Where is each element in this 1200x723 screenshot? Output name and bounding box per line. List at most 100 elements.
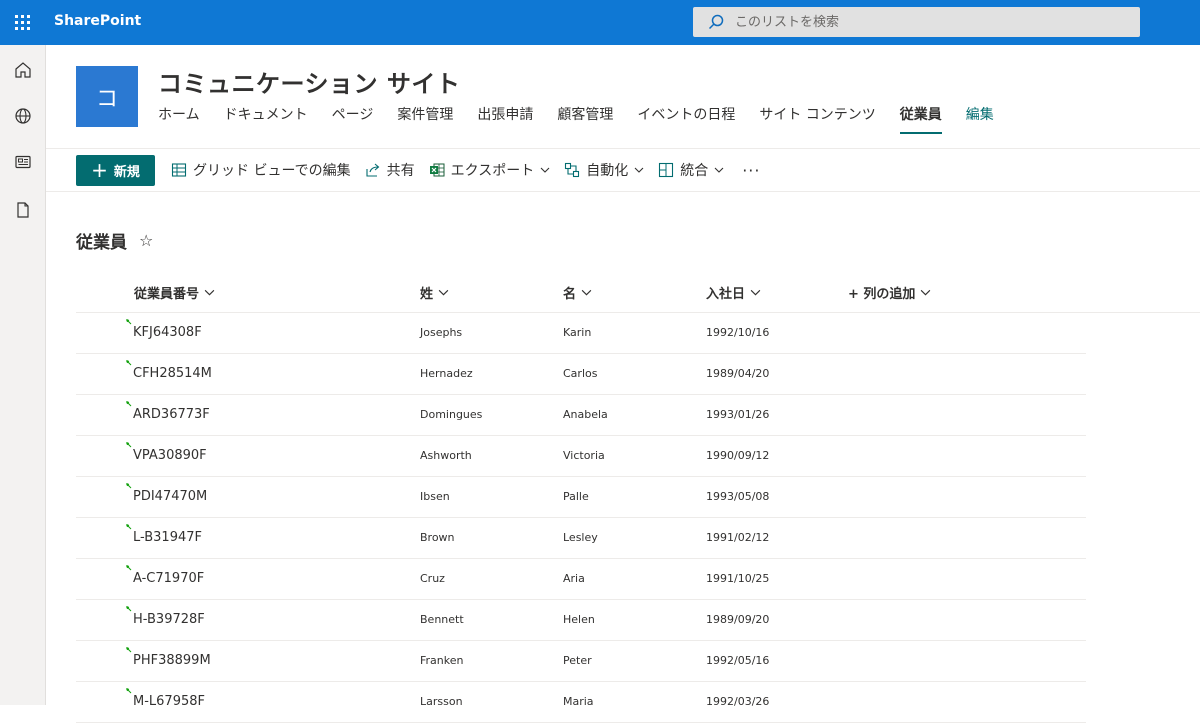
cell-hire-date: 1992/10/16 — [706, 326, 770, 339]
cell-last-name: Domingues — [420, 408, 483, 421]
command-bar: + 新規 グリッド ビューでの編集 共有 エクスポート 自動化 統合 ··· — [76, 154, 760, 186]
nav-item-customers[interactable]: 顧客管理 — [557, 104, 613, 134]
table-row[interactable]: M-L67958F Larsson Maria 1992/03/26 — [76, 682, 1086, 723]
table-row[interactable]: H-B39728F Bennett Helen 1989/09/20 — [76, 600, 1086, 641]
site-title[interactable]: コミュニケーション サイト — [158, 64, 460, 99]
search-box[interactable] — [693, 7, 1140, 37]
automate-button[interactable]: 自動化 — [564, 160, 644, 180]
cell-hire-date: 1993/01/26 — [706, 408, 770, 421]
home-button[interactable] — [8, 55, 38, 85]
cell-hire-date: 1991/10/25 — [706, 572, 770, 585]
chevron-down-icon — [750, 289, 761, 296]
automate-label: 自動化 — [586, 163, 629, 179]
excel-icon — [429, 163, 445, 177]
favorite-star-icon[interactable]: ☆ — [139, 231, 153, 250]
more-options-button[interactable]: ··· — [742, 161, 760, 180]
nav-item-projects[interactable]: 案件管理 — [397, 104, 453, 134]
site-logo-letter: コ — [95, 86, 118, 112]
nav-item-home[interactable]: ホーム — [158, 104, 200, 134]
cell-hire-date: 1989/09/20 — [706, 613, 770, 626]
nav-item-site-contents[interactable]: サイト コンテンツ — [759, 104, 875, 134]
share-label: 共有 — [386, 163, 415, 179]
cell-employee-id[interactable]: CFH28514M — [133, 366, 212, 381]
cell-last-name: Ibsen — [420, 490, 450, 503]
cell-last-name: Hernadez — [420, 367, 473, 380]
nav-edit-link[interactable]: 編集 — [966, 104, 994, 134]
cell-employee-id[interactable]: ARD36773F — [133, 407, 210, 422]
table-row[interactable]: L-B31947F Brown Lesley 1991/02/12 — [76, 518, 1086, 559]
cell-last-name: Ashworth — [420, 449, 472, 462]
cell-last-name: Brown — [420, 531, 455, 544]
sites-button[interactable] — [8, 101, 38, 131]
nav-item-documents[interactable]: ドキュメント — [224, 104, 308, 134]
cell-employee-id[interactable]: PDI47470M — [133, 489, 207, 504]
table-row[interactable]: KFJ64308F Josephs Karin 1992/10/16 — [76, 313, 1086, 354]
list-title: 従業員 — [76, 233, 127, 253]
chevron-down-icon — [438, 289, 449, 296]
site-navigation: ホーム ドキュメント ページ 案件管理 出張申請 顧客管理 イベントの日程 サイ… — [158, 104, 1018, 134]
table-row[interactable]: PDI47470M Ibsen Palle 1993/05/08 — [76, 477, 1086, 518]
column-header-first-name[interactable]: 名 — [563, 283, 592, 302]
cell-employee-id[interactable]: A-C71970F — [133, 571, 204, 586]
cell-employee-id[interactable]: KFJ64308F — [133, 325, 202, 340]
chevron-down-icon — [540, 167, 550, 173]
table-row[interactable]: CFH28514M Hernadez Carlos 1989/04/20 — [76, 354, 1086, 395]
search-input[interactable] — [735, 7, 1125, 37]
app-launcher-button[interactable] — [0, 0, 45, 45]
cell-last-name: Larsson — [420, 695, 463, 708]
cell-hire-date: 1990/09/12 — [706, 449, 770, 462]
cell-first-name: Anabela — [563, 408, 608, 421]
table-row[interactable]: PHF38899M Franken Peter 1992/05/16 — [76, 641, 1086, 682]
cell-first-name: Peter — [563, 654, 592, 667]
integrate-icon — [659, 162, 674, 178]
export-button[interactable]: エクスポート — [429, 160, 551, 180]
chevron-down-icon — [204, 289, 215, 296]
waffle-icon — [15, 15, 30, 30]
grid-view-edit-button[interactable]: グリッド ビューでの編集 — [171, 160, 351, 180]
cell-last-name: Bennett — [420, 613, 464, 626]
export-label: エクスポート — [450, 163, 535, 179]
site-logo[interactable]: コ — [76, 66, 138, 127]
table-row[interactable]: ARD36773F Domingues Anabela 1993/01/26 — [76, 395, 1086, 436]
globe-icon — [15, 108, 31, 124]
cell-employee-id[interactable]: H-B39728F — [133, 612, 205, 627]
command-bar-divider — [46, 191, 1200, 192]
nav-item-events[interactable]: イベントの日程 — [637, 104, 735, 134]
cell-employee-id[interactable]: L-B31947F — [133, 530, 202, 545]
cell-first-name: Karin — [563, 326, 592, 339]
app-name[interactable]: SharePoint — [54, 13, 141, 29]
new-button[interactable]: + 新規 — [76, 154, 155, 186]
nav-item-employees[interactable]: 従業員 — [899, 104, 942, 134]
column-header-employee-id[interactable]: 従業員番号 — [134, 283, 215, 302]
add-column-label: + 列の追加 — [848, 287, 916, 302]
left-rail — [0, 45, 46, 705]
share-button[interactable]: 共有 — [365, 160, 415, 180]
cell-hire-date: 1992/03/26 — [706, 695, 770, 708]
add-column-button[interactable]: + 列の追加 — [848, 283, 931, 302]
new-button-label: 新規 — [113, 164, 140, 180]
chevron-down-icon — [714, 167, 724, 173]
search-icon — [708, 14, 724, 30]
nav-item-travel-requests[interactable]: 出張申請 — [477, 104, 533, 134]
cell-first-name: Helen — [563, 613, 595, 626]
integrate-button[interactable]: 統合 — [658, 160, 724, 180]
cell-employee-id[interactable]: M-L67958F — [133, 694, 205, 709]
cell-first-name: Palle — [563, 490, 589, 503]
news-icon — [15, 155, 31, 169]
cell-employee-id[interactable]: PHF38899M — [133, 653, 211, 668]
column-header-hire-date[interactable]: 入社日 — [706, 283, 761, 302]
table-row[interactable]: A-C71970F Cruz Aria 1991/10/25 — [76, 559, 1086, 600]
news-button[interactable] — [8, 147, 38, 177]
column-header-last-name[interactable]: 姓 — [420, 283, 449, 302]
chevron-down-icon — [634, 167, 644, 173]
table-row[interactable]: VPA30890F Ashworth Victoria 1990/09/12 — [76, 436, 1086, 477]
cell-first-name: Lesley — [563, 531, 598, 544]
cell-employee-id[interactable]: VPA30890F — [133, 448, 207, 463]
chevron-down-icon — [581, 289, 592, 296]
document-icon — [17, 202, 29, 218]
share-icon — [366, 163, 379, 177]
files-button[interactable] — [8, 195, 38, 225]
plus-icon: + — [91, 158, 108, 182]
nav-item-pages[interactable]: ページ — [332, 104, 374, 134]
list-rows: KFJ64308F Josephs Karin 1992/10/16 CFH28… — [76, 313, 1086, 723]
